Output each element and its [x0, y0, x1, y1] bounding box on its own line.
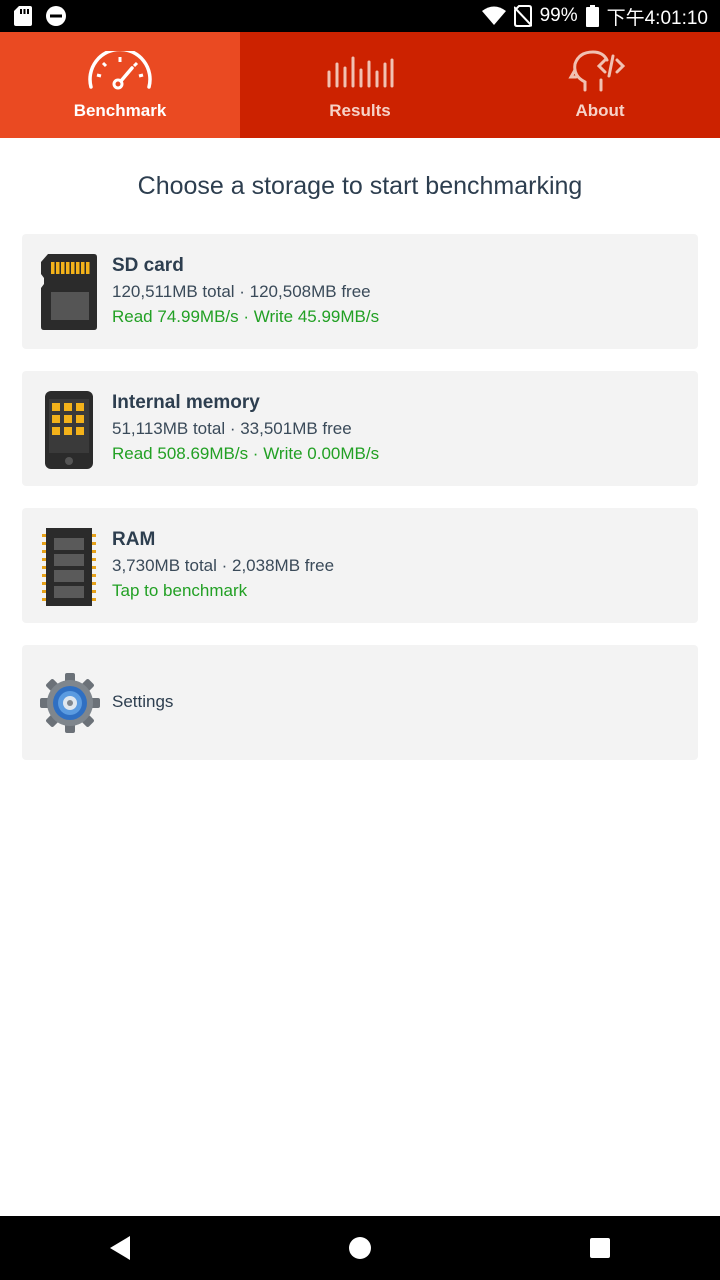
- status-bar: 99% 下午4:01:10: [0, 0, 720, 32]
- settings-label: Settings: [112, 692, 174, 711]
- phone-memory-icon: [40, 391, 98, 469]
- sd-card-icon: [40, 254, 98, 330]
- page-heading: Choose a storage to start benchmarking: [137, 172, 583, 200]
- settings-item[interactable]: Settings: [22, 645, 698, 760]
- navigation-bar: [0, 1216, 720, 1280]
- storage-details: 51,113MB total · 33,501MB free: [112, 419, 352, 438]
- wifi-icon: [481, 6, 506, 26]
- storage-speed: Tap to benchmark: [112, 581, 248, 600]
- back-icon[interactable]: [80, 1216, 160, 1280]
- speedometer-icon: [85, 50, 155, 92]
- storage-details: 3,730MB total · 2,038MB free: [112, 556, 335, 575]
- tab-about[interactable]: About: [480, 32, 720, 138]
- storage-speed: Read 74.99MB/s · Write 45.99MB/s: [112, 307, 380, 326]
- storage-item-ram[interactable]: RAM 3,730MB total · 2,038MB free Tap to …: [22, 508, 698, 623]
- tab-results[interactable]: Results: [240, 32, 480, 138]
- tab-benchmark[interactable]: Benchmark: [0, 32, 240, 138]
- storage-details: 120,511MB total · 120,508MB free: [112, 282, 371, 301]
- no-sim-icon: [513, 5, 532, 27]
- storage-item-sd-card[interactable]: SD card 120,511MB total · 120,508MB free…: [22, 234, 698, 349]
- storage-speed: Read 508.69MB/s · Write 0.00MB/s: [112, 444, 380, 463]
- ram-chip-icon: [40, 528, 98, 606]
- head-code-icon: [565, 50, 635, 92]
- bars-icon: [325, 50, 395, 92]
- storage-item-internal-memory[interactable]: Internal memory 51,113MB total · 33,501M…: [22, 371, 698, 486]
- do-not-disturb-icon: [46, 6, 66, 26]
- battery-icon: [585, 5, 599, 27]
- tab-bar: Benchmark Results About: [0, 32, 720, 138]
- tab-label: Benchmark: [73, 101, 167, 120]
- storage-title: SD card: [112, 255, 184, 276]
- tab-label: About: [575, 101, 625, 120]
- tab-label: Results: [329, 101, 391, 120]
- recents-icon[interactable]: [560, 1216, 640, 1280]
- gear-icon: [40, 673, 100, 749]
- home-icon[interactable]: [320, 1216, 400, 1280]
- storage-title: Internal memory: [112, 392, 260, 413]
- battery-percent: 99%: [539, 5, 578, 26]
- sd-card-icon: [14, 6, 32, 26]
- storage-title: RAM: [112, 529, 156, 550]
- clock: 下午4:01:10: [606, 7, 708, 29]
